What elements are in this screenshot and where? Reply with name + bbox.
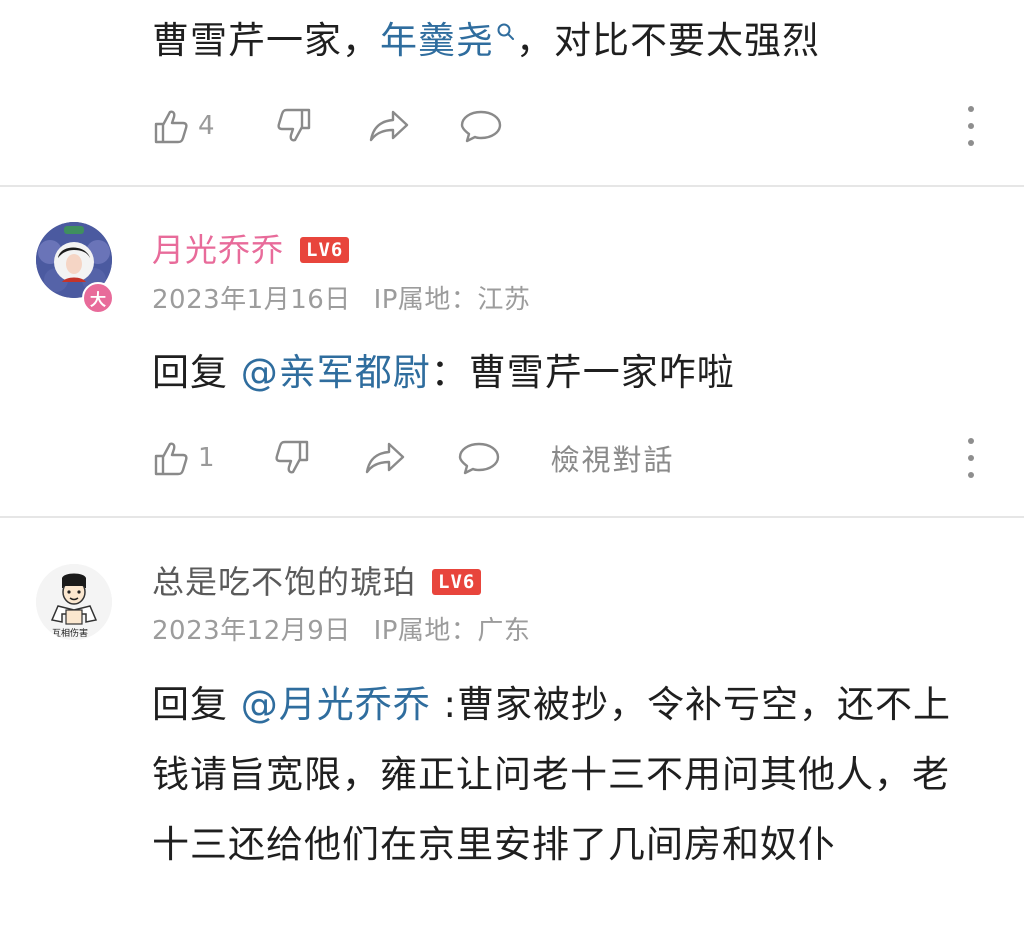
dislike-button[interactable] <box>271 438 311 478</box>
share-arrow-icon <box>369 110 408 142</box>
comment-body: 回复 @亲军都尉：曹雪芹一家咋啦 <box>152 351 735 394</box>
dislike-button[interactable] <box>273 106 313 146</box>
divider <box>0 185 1024 187</box>
view-conversation-button[interactable]: 檢視對話 <box>551 437 675 479</box>
comment-date: 2023年1月16日 <box>152 285 351 315</box>
comment-header: 月光乔乔 LV6 <box>152 234 350 266</box>
comment-meta: 2023年12月9日 IP属地：广东 <box>152 618 530 644</box>
comment-actions: 1 檢視對話 <box>152 436 675 480</box>
divider <box>0 516 1024 518</box>
share-arrow-icon <box>365 442 404 474</box>
level-badge: LV6 <box>300 237 350 263</box>
ip-location: IP属地：广东 <box>373 616 531 646</box>
more-options-button[interactable] <box>960 438 982 478</box>
comment-date: 2023年12月9日 <box>152 616 351 646</box>
comment-body: 曹雪芹一家，年羹尧 ，对比不要太强烈 <box>152 19 820 62</box>
share-button[interactable] <box>363 438 407 478</box>
more-vertical-icon <box>968 106 974 112</box>
level-badge: LV6 <box>432 569 482 595</box>
reply-button[interactable] <box>457 438 501 478</box>
mention-link[interactable]: @亲军都尉 <box>241 351 431 394</box>
avatar-caption: 互相伤害 <box>52 629 89 639</box>
username[interactable]: 月光乔乔 <box>152 234 284 266</box>
thumbs-up-icon <box>154 110 188 144</box>
username[interactable]: 总是吃不饱的琥珀 <box>152 566 416 598</box>
comment-meta: 2023年1月16日 IP属地：江苏 <box>152 287 530 313</box>
search-icon <box>497 23 514 40</box>
like-button[interactable]: 4 <box>152 106 215 146</box>
thumbs-down-icon <box>276 108 310 142</box>
comment-bubble-icon <box>460 110 501 143</box>
thumbs-up-icon <box>154 442 188 476</box>
ip-location: IP属地：江苏 <box>373 285 531 315</box>
avatar[interactable]: 互相伤害 <box>36 564 112 640</box>
comment-actions: 4 <box>152 104 503 148</box>
comment-body: 回复 @月光乔乔 :曹家被抄，令补亏空，还不上钱请旨宽限，雍正让问老十三不用问其… <box>152 683 951 866</box>
reply-button[interactable] <box>459 106 503 146</box>
mention-link[interactable]: @月光乔乔 <box>241 683 431 726</box>
comment-header: 总是吃不饱的琥珀 LV6 <box>152 566 482 598</box>
like-button[interactable]: 1 <box>152 438 215 478</box>
more-options-button[interactable] <box>960 106 982 146</box>
more-vertical-icon <box>968 438 974 444</box>
thumbs-down-icon <box>274 440 308 474</box>
comment-bubble-icon <box>458 442 499 475</box>
share-button[interactable] <box>367 106 411 146</box>
avatar-badge: 大 <box>82 282 114 314</box>
search-link[interactable]: 年羹尧 <box>380 19 516 62</box>
